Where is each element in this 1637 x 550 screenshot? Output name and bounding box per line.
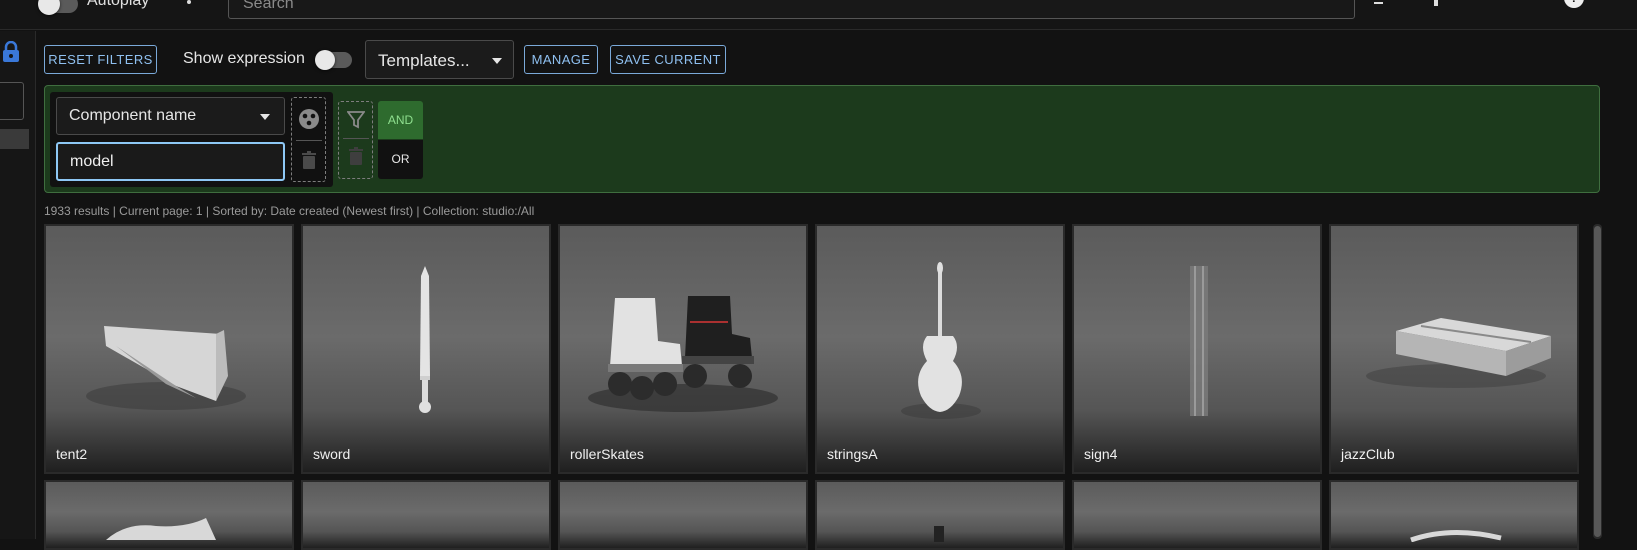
bass-thumbnail [901,262,981,419]
results-scrollbar[interactable] [1593,224,1602,539]
filter-value-input[interactable]: model [56,142,285,181]
group-actions [338,101,373,179]
and-button[interactable]: AND [378,101,423,139]
result-card[interactable] [44,480,294,550]
filter-field-select[interactable]: Component name [56,97,285,135]
tent-thumbnail [86,326,246,410]
top-bar: Autoplay Search ? [0,0,1637,30]
result-card[interactable]: tent2 [44,224,294,474]
result-name: rollerSkates [570,446,644,462]
result-card[interactable]: jazzClub [1329,224,1579,474]
manage-button[interactable]: MANAGE [524,45,598,74]
condition-actions [291,97,326,182]
sign-thumbnail [1190,266,1208,416]
delete-icon[interactable] [349,147,363,170]
group-icon[interactable] [298,108,320,135]
result-card[interactable]: sword [301,224,551,474]
chevron-down-icon [260,114,270,120]
filter-field-label: Component name [69,107,197,124]
rail-input[interactable] [0,82,24,120]
result-card[interactable]: stringsA [815,224,1065,474]
more-vert-icon[interactable] [186,0,191,15]
result-card[interactable] [558,480,808,550]
result-card[interactable] [301,480,551,550]
search-input[interactable]: Search [228,0,1355,19]
jazz-club-thumbnail [1366,318,1551,388]
sort-icon[interactable] [1374,0,1390,14]
result-card[interactable]: rollerSkates [558,224,808,474]
autoplay-toggle[interactable] [38,0,78,15]
delete-icon[interactable] [302,151,316,174]
result-name: tent2 [56,446,88,462]
result-name: sign4 [1084,446,1118,462]
filter-condition: Component name model [50,92,333,187]
result-name: jazzClub [1341,446,1395,462]
templates-select-label: Templates... [378,51,470,70]
filter-value-text: model [70,153,114,170]
sword-thumbnail [419,266,431,413]
autoplay-label: Autoplay [87,0,150,9]
result-name: stringsA [827,446,878,462]
templates-select[interactable]: Templates... [365,40,514,79]
roller-skates-thumbnail [588,296,778,412]
result-name: sword [313,446,351,462]
help-icon[interactable]: ? [1564,0,1584,15]
filter-icon[interactable] [346,111,366,134]
or-button[interactable]: OR [378,140,423,179]
save-current-button[interactable]: SAVE CURRENT [610,45,726,74]
logic-toggle: AND OR [378,101,423,179]
rail-item-selected[interactable] [0,129,29,149]
upload-icon[interactable] [1433,0,1439,13]
show-expression-toggle[interactable] [315,50,352,70]
result-card[interactable] [1072,480,1322,550]
svg-text:?: ? [1570,0,1577,5]
result-card[interactable] [815,480,1065,550]
chevron-down-icon [492,58,502,64]
lock-icon[interactable] [1,40,21,68]
result-card[interactable] [1329,480,1579,550]
results-status: 1933 results | Current page: 1 | Sorted … [44,204,535,218]
result-card[interactable]: sign4 [1072,224,1322,474]
show-expression-label: Show expression [183,50,305,67]
reset-filters-button[interactable]: RESET FILTERS [44,45,157,74]
left-rail [0,31,36,539]
